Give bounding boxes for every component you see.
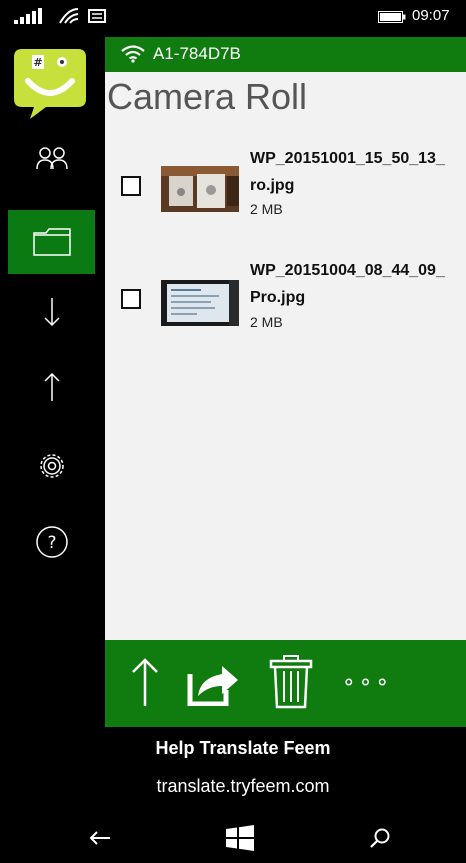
folder-icon xyxy=(32,228,71,256)
signal-icon xyxy=(14,8,42,24)
more-icon: ∘∘∘ xyxy=(341,669,393,694)
feem-logo-icon[interactable]: # xyxy=(12,47,88,121)
translate-banner-title[interactable]: Help Translate Feem xyxy=(0,738,466,759)
file-thumbnail xyxy=(161,280,239,326)
sidebar: # ? xyxy=(0,30,105,813)
nav-people[interactable] xyxy=(8,126,95,190)
file-size: 2 MB xyxy=(250,314,283,330)
file-name-cont: ro.jpg xyxy=(250,177,295,194)
list-item[interactable]: WP_20151001_15_50_13_ ro.jpg 2 MB xyxy=(105,148,466,238)
back-button[interactable] xyxy=(80,823,120,853)
file-size: 2 MB xyxy=(250,201,283,217)
network-name: A1-784D7B xyxy=(153,44,241,63)
clock: 09:07 xyxy=(412,7,450,24)
share-button[interactable] xyxy=(185,654,243,710)
system-navbar xyxy=(0,813,466,863)
share-icon xyxy=(187,666,238,706)
page-title: Camera Roll xyxy=(107,76,308,117)
file-name-cont: Pro.jpg xyxy=(250,289,306,306)
send-button[interactable] xyxy=(125,654,165,710)
nav-received[interactable] xyxy=(8,280,95,344)
download-arrow-icon xyxy=(43,298,60,327)
start-button[interactable] xyxy=(220,823,260,853)
gear-icon xyxy=(39,454,64,478)
people-icon xyxy=(35,147,68,170)
network-bar: A1-784D7B xyxy=(105,37,466,72)
action-bar: ∘∘∘ xyxy=(105,640,466,727)
nav-settings[interactable] xyxy=(8,434,95,498)
nav-files[interactable] xyxy=(8,210,95,274)
upload-icon xyxy=(132,658,158,706)
nav-help[interactable]: ? xyxy=(8,510,95,574)
svg-text:?: ? xyxy=(47,533,56,553)
file-list-panel: Camera Roll WP_20151001_15_50_13_ ro.jpg… xyxy=(105,72,466,640)
file-thumbnail xyxy=(161,166,239,212)
file-name: WP_20151004_08_44_09_ xyxy=(250,262,445,279)
search-button[interactable] xyxy=(360,823,400,853)
nav-sent[interactable] xyxy=(8,355,95,419)
upload-arrow-icon xyxy=(43,372,60,401)
file-name: WP_20151001_15_50_13_ xyxy=(250,150,445,167)
svg-text:#: # xyxy=(33,56,42,69)
back-icon xyxy=(89,831,110,845)
status-bar: 09:07 xyxy=(0,0,466,30)
message-icon xyxy=(88,9,106,23)
wifi-calling-icon xyxy=(59,8,79,24)
windows-icon xyxy=(226,825,254,851)
search-icon xyxy=(370,828,390,848)
translate-banner-link[interactable]: translate.tryfeem.com xyxy=(0,776,466,797)
select-checkbox[interactable] xyxy=(121,176,141,196)
wifi-icon xyxy=(121,45,145,63)
select-checkbox[interactable] xyxy=(121,289,141,309)
list-item[interactable]: WP_20151004_08_44_09_ Pro.jpg 2 MB xyxy=(105,260,466,350)
delete-button[interactable] xyxy=(267,654,315,710)
trash-icon xyxy=(269,655,313,709)
more-button[interactable]: ∘∘∘ xyxy=(339,654,395,710)
battery-icon xyxy=(378,11,406,23)
help-icon: ? xyxy=(35,526,68,558)
